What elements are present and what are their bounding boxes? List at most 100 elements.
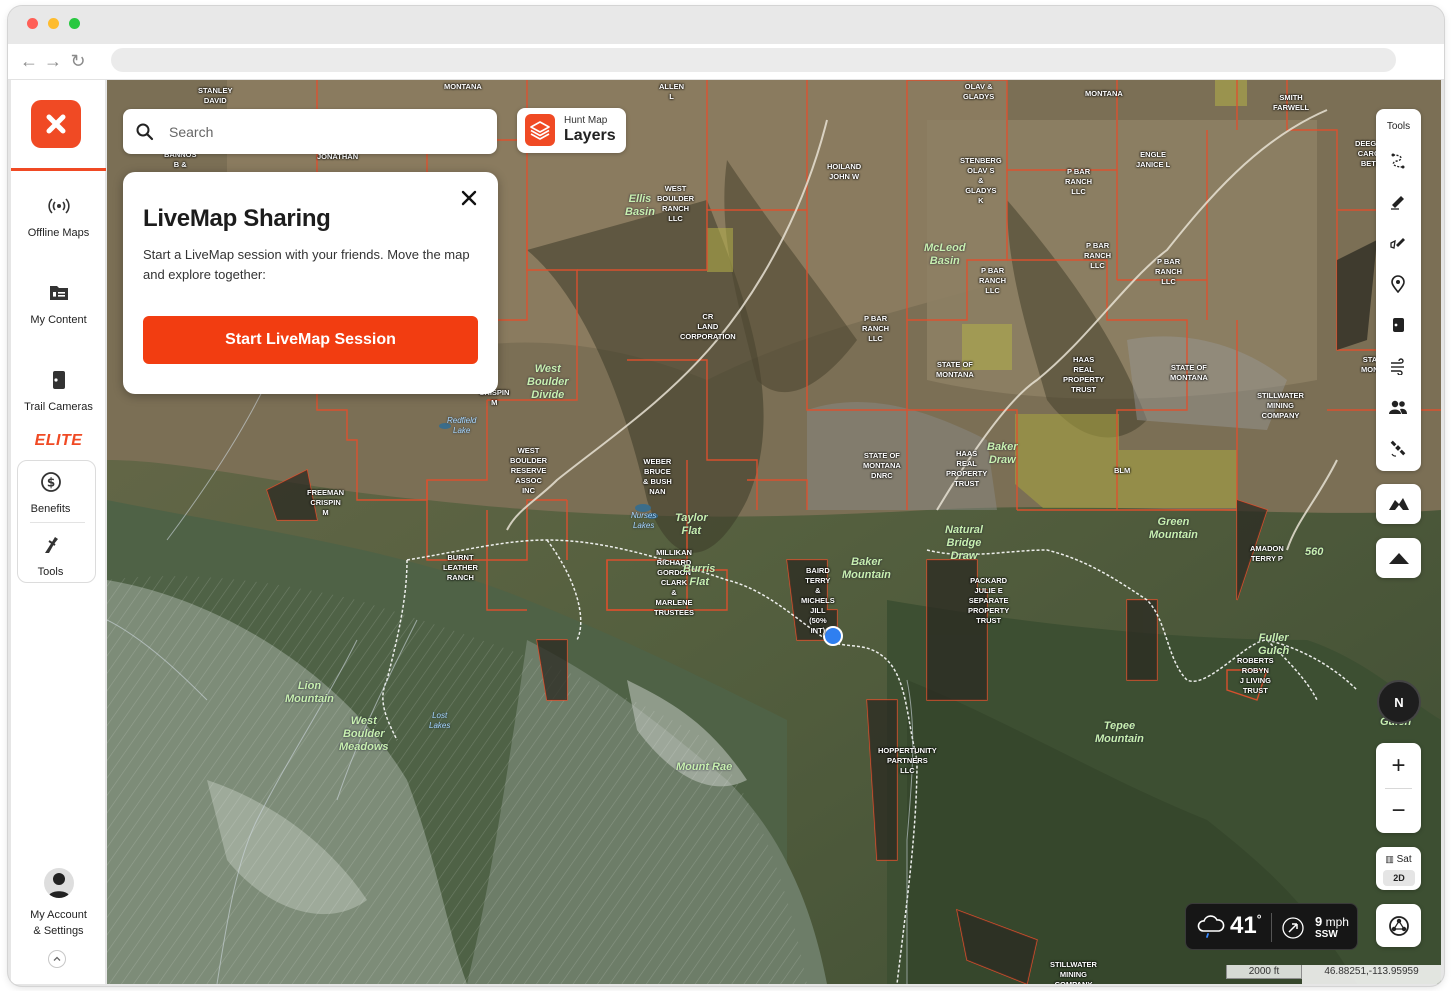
basemap-toggle[interactable]: ▥ Sat 2D [1376,847,1421,890]
start-livemap-session-button[interactable]: Start LiveMap Session [143,316,478,364]
wind-direction: SSW [1315,929,1338,940]
app-logo[interactable] [31,100,81,148]
trail-camera-tool-icon[interactable] [1386,313,1410,337]
compass-north-label: N [1394,694,1404,710]
basemap-name: Sat [1396,854,1412,865]
search-bar[interactable] [123,109,497,154]
layers-icon [525,114,555,146]
sidebar-item-my-content[interactable]: My Content [11,281,106,328]
place-name-label: Taylor Flat [675,512,708,537]
scale-bar: 2000 ft [1226,965,1302,979]
avatar [43,868,74,898]
place-name-label: Baker Mountain [842,556,891,581]
zoom-in-button[interactable]: + [1376,743,1421,788]
sidebar-item-label: Offline Maps [27,227,90,239]
shape-draw-icon[interactable] [1386,231,1410,255]
mountain-icon [1388,553,1409,564]
coordinates-readout: 46.88251,-113.95959 [1302,965,1441,984]
divider [30,522,85,523]
line-draw-icon[interactable] [1386,190,1410,214]
tools-icon [44,537,58,553]
account-label-line2: & Settings [33,925,84,937]
place-name-label: Fuller Gulch [1258,632,1290,657]
panel-description: Start a LiveMap session with your friend… [143,247,470,282]
view-mode-badge: 2D [1383,870,1415,886]
group-icon[interactable] [1386,395,1410,419]
divider [1271,913,1272,942]
sidebar-item-trail-cameras[interactable]: Trail Cameras [11,368,106,415]
reload-icon[interactable]: ↻ [67,50,89,72]
place-name-label: 560 [1305,546,1324,558]
layers-subtitle: Hunt Map [564,115,608,126]
close-window-button[interactable] [27,18,38,29]
sidebar-item-offline-maps[interactable]: Offline Maps [11,194,106,241]
svg-text:$: $ [46,476,54,490]
livemap-button[interactable] [1376,904,1421,947]
wind-icon[interactable] [1386,354,1410,378]
maximize-window-button[interactable] [69,18,80,29]
sidebar-item-benefits[interactable]: $ Benefits [11,470,90,517]
temperature: 41° [1230,912,1262,939]
search-icon [136,123,154,140]
collapse-sidebar-button[interactable] [48,950,66,968]
place-name-label: West Boulder Meadows [339,715,389,753]
terrain-3d-button[interactable] [1376,484,1421,524]
sidebar: Offline Maps My Content Trail Cameras EL [11,80,106,984]
tools-panel: Tools [1376,109,1421,471]
account-settings[interactable]: My Account & Settings [11,868,106,939]
mountain-view-button[interactable] [1376,538,1421,578]
rain-cloud-icon [1197,915,1225,938]
place-name-label: Ellis Basin [625,193,655,218]
browser-window: ← → ↻ Offline Maps My Content Trail Came… [8,6,1444,986]
place-name-label: Tepee Mountain [1095,720,1144,745]
close-icon[interactable] [458,187,480,209]
terrain-icon [1388,498,1409,510]
back-icon[interactable]: ← [18,50,40,72]
sidebar-item-label: My Content [30,314,87,326]
place-name-label: Mount Rae [676,761,733,773]
map-canvas[interactable]: STANLEY DAVID MONTANA ALLEN L BANNOS B & JON… [107,80,1441,984]
place-name-label: Baker Draw [987,441,1018,466]
map-book-icon: ▥ [1385,854,1394,864]
compass-button[interactable]: N [1377,680,1421,724]
waypoint-pin-icon[interactable] [1386,272,1410,296]
water-feature-label: Lost Lakes [429,711,451,730]
elite-section: $ Benefits Tools [17,460,96,583]
wind-direction-icon [1282,917,1304,939]
satellite-icon[interactable] [1386,436,1410,460]
address-bar[interactable] [111,48,1396,72]
user-location-dot [823,626,843,646]
title-bar [8,6,1444,44]
route-tool-icon[interactable] [1386,149,1410,173]
account-label-line1: My Account [30,909,87,921]
place-name-label: Natural Bridge Draw [945,524,983,562]
minimize-window-button[interactable] [48,18,59,29]
layers-title: Layers [564,127,616,144]
trail-camera-icon [52,371,65,389]
elite-badge: ELITE [34,432,83,449]
sidebar-item-tools[interactable]: Tools [11,533,90,580]
sidebar-item-label: Tools [37,566,64,578]
zoom-out-button[interactable]: − [1376,788,1421,833]
folder-icon [49,286,68,300]
livemap-share-icon [1388,915,1409,936]
water-feature-label: Nurses Lakes [631,511,657,530]
layers-button[interactable]: Hunt Map Layers [517,108,626,153]
place-name-label: West Boulder Divide [527,363,569,401]
tools-title: Tools [1386,121,1411,132]
weather-widget[interactable]: 41° 9 mph SSW [1185,903,1358,950]
browser-toolbar: ← → ↻ [8,44,1444,80]
place-name-label: Lion Mountain [285,680,334,705]
zoom-control: + − [1376,743,1421,833]
sidebar-item-label: Benefits [30,503,71,515]
basemap-label: ▥ Sat [1376,854,1421,865]
forward-icon[interactable]: → [42,50,64,72]
search-input[interactable] [169,123,469,140]
user-icon [47,873,70,898]
panel-title: LiveMap Sharing [143,205,331,232]
place-name-label: McLeod Basin [924,242,966,267]
place-name-label: Burris Flat [683,563,716,588]
logo-x-icon [46,114,66,134]
place-name-label: Green Mountain [1149,516,1198,541]
wind-speed: 9 mph [1315,914,1349,929]
